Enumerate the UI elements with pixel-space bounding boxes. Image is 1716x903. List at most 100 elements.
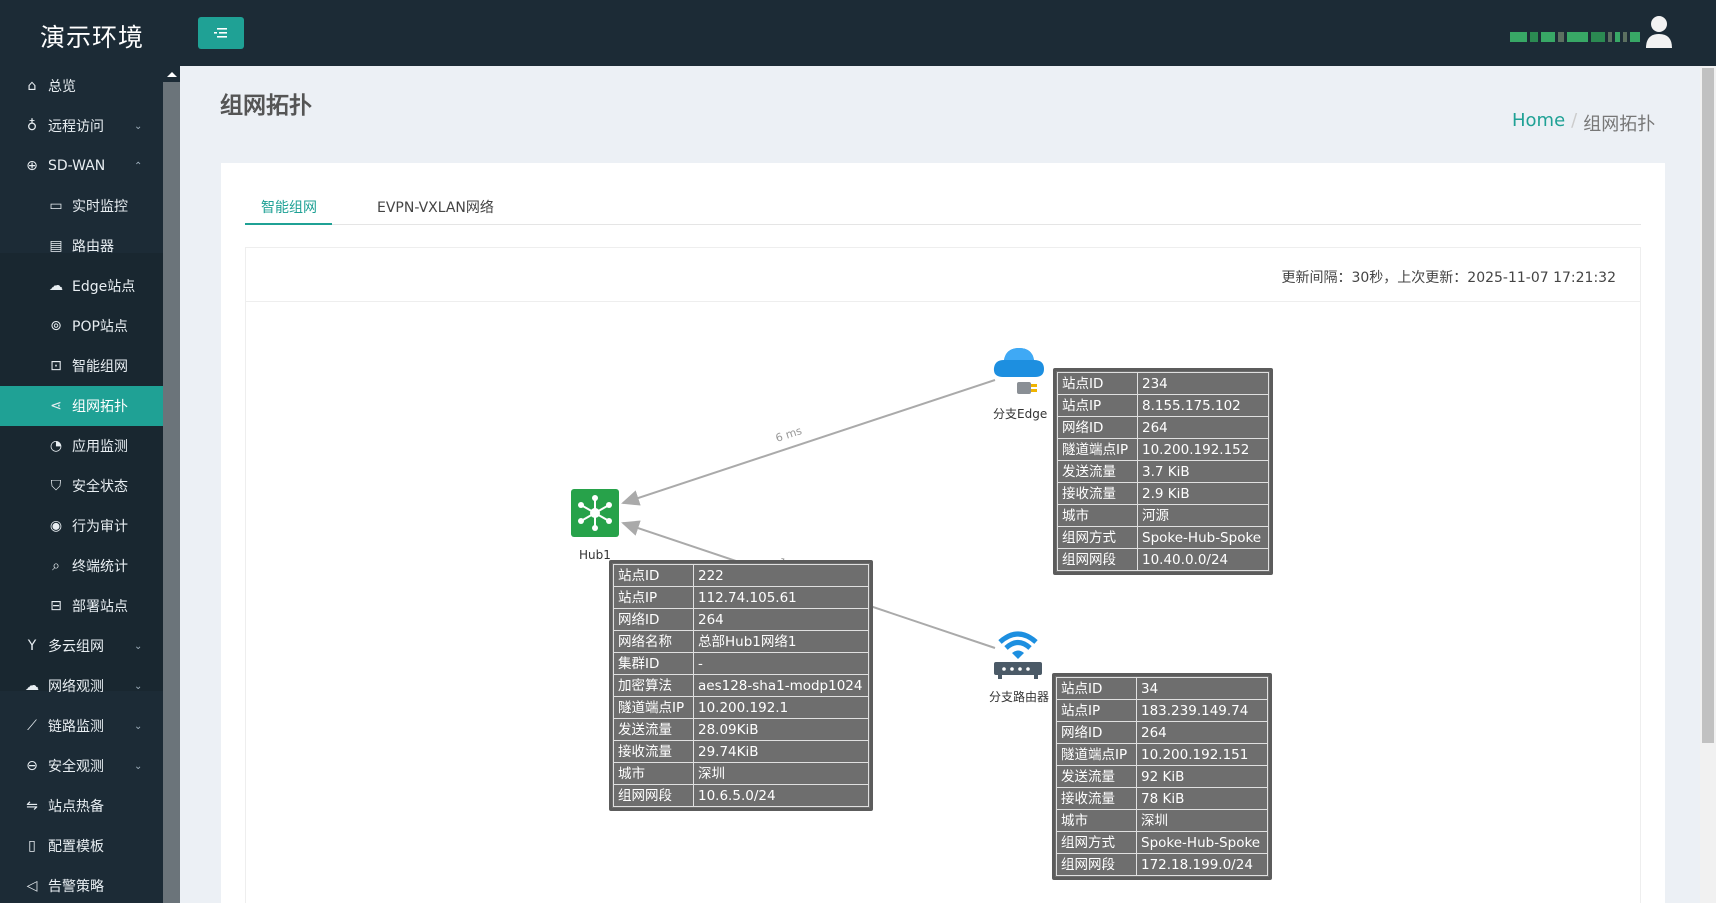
eye-icon: ◉ — [49, 518, 63, 534]
sidebar-item-label: 告警策略 — [48, 879, 104, 895]
sidebar-item-label: 配置模板 — [48, 839, 104, 855]
info-value: 10.200.192.152 — [1137, 438, 1269, 461]
sidebar-scrollbar[interactable] — [163, 66, 180, 903]
edge-node-label: 分支Edge — [993, 407, 1048, 421]
user-name-redacted[interactable] — [1510, 29, 1641, 45]
breadcrumb-current: 组网拓扑 — [1583, 114, 1656, 135]
branch-icon: Y — [27, 638, 37, 654]
megaphone-icon: ◁ — [26, 878, 38, 894]
tab-evpn-vxlan[interactable]: EVPN-VXLAN网络 — [377, 193, 517, 225]
info-row: 站点IP 183.239.149.74 — [1056, 699, 1268, 722]
info-key: 站点ID — [613, 564, 694, 587]
main-scrollbar[interactable] — [1700, 66, 1716, 903]
sidebar-item-6[interactable]: ⊚ POP站点 — [0, 306, 163, 346]
file-icon: ▯ — [28, 838, 36, 854]
scroll-up-arrow-icon[interactable] — [167, 72, 177, 77]
rocket-icon: ♁ — [26, 118, 38, 134]
info-row: 组网方式 Spoke-Hub-Spoke — [1057, 526, 1269, 549]
user-avatar-icon[interactable] — [1644, 14, 1674, 50]
menu-toggle-button[interactable] — [198, 17, 244, 49]
info-key: 站点IP — [1057, 394, 1138, 417]
info-row: 发送流量 92 KiB — [1056, 765, 1268, 788]
info-row: 网络ID 264 — [613, 608, 869, 631]
sidebar-item-12[interactable]: ⌕ 终端统计 — [0, 546, 163, 586]
tab-smart-network[interactable]: 智能组网 — [245, 193, 332, 225]
info-key: 加密算法 — [613, 674, 694, 697]
sidebar-item-13[interactable]: ⊟ 部署站点 — [0, 586, 163, 626]
info-key: 隧道端点IP — [1056, 743, 1137, 766]
sidebar-item-label: SD-WAN — [48, 158, 106, 174]
info-value: 264 — [1137, 416, 1269, 439]
info-row: 集群ID - — [613, 652, 869, 675]
content-card: 智能组网 EVPN-VXLAN网络 更新间隔：30秒，上次更新：2025-11-… — [221, 163, 1665, 903]
info-value: 183.239.149.74 — [1136, 699, 1268, 722]
info-key: 组网方式 — [1057, 526, 1138, 549]
swap-icon: ⇋ — [26, 798, 38, 814]
sidebar-item-2[interactable]: ⊕ SD-WAN ⌃ — [0, 146, 163, 186]
breadcrumb-home-link[interactable]: Home — [1512, 110, 1565, 136]
info-row: 城市 深圳 — [613, 762, 869, 785]
sidebar-item-10[interactable]: ⛉ 安全状态 — [0, 466, 163, 506]
info-key: 组网网段 — [613, 784, 694, 807]
info-row: 网络ID 264 — [1056, 721, 1268, 744]
info-key: 组网网段 — [1057, 548, 1138, 571]
edge-cloud-icon[interactable] — [991, 341, 1047, 399]
sidebar-item-label: 总览 — [48, 79, 76, 95]
sidebar-item-9[interactable]: ◔ 应用监测 — [0, 426, 163, 466]
sidebar-item-15[interactable]: ☁ 网络观测 ⌄ — [0, 666, 163, 706]
sidebar-item-7[interactable]: ⊡ 智能组网 — [0, 346, 163, 386]
globe-icon: ⊕ — [26, 158, 38, 174]
cloud-outline-icon: ☁ — [25, 678, 39, 694]
sidebar-item-label: 多云组网 — [48, 639, 104, 655]
cloud-icon: ☁ — [49, 278, 63, 294]
info-key: 组网网段 — [1056, 853, 1137, 876]
sidebar-item-1[interactable]: ♁ 远程访问 ⌄ — [0, 106, 163, 146]
chevron-down-icon: ⌄ — [134, 640, 143, 652]
lock-icon: ⊡ — [50, 358, 62, 374]
info-row: 组网网段 10.40.0.0/24 — [1057, 548, 1269, 571]
info-value: Spoke-Hub-Spoke — [1137, 526, 1269, 549]
sidebar-item-5[interactable]: ☁ Edge站点 — [0, 266, 163, 306]
info-row: 隧道端点IP 10.200.192.151 — [1056, 743, 1268, 766]
shield-check-icon: ⛉ — [50, 478, 62, 494]
location-pin-icon: ⊚ — [50, 318, 62, 334]
info-value: 264 — [1136, 721, 1268, 744]
info-value: 172.18.199.0/24 — [1136, 853, 1268, 876]
info-row: 发送流量 3.7 KiB — [1057, 460, 1269, 483]
search-icon: ⌕ — [52, 558, 60, 574]
top-bar: 演示环境 — [0, 0, 1716, 66]
info-key: 站点IP — [613, 586, 694, 609]
hub-node-label: Hub1 — [579, 548, 611, 562]
info-key: 城市 — [613, 762, 694, 785]
sidebar-item-19[interactable]: ▯ 配置模板 — [0, 826, 163, 866]
info-value: aes128-sha1-modp1024 — [693, 674, 869, 697]
sidebar-item-18[interactable]: ⇋ 站点热备 — [0, 786, 163, 826]
hub-node-icon[interactable] — [571, 489, 619, 537]
sidebar-item-11[interactable]: ◉ 行为审计 — [0, 506, 163, 546]
sidebar-item-4[interactable]: ▤ 路由器 — [0, 226, 163, 266]
chevron-down-icon: ⌄ — [134, 680, 143, 692]
topology-panel: 更新间隔：30秒，上次更新：2025-11-07 17:21:32 — [245, 247, 1641, 903]
info-row: 站点ID 34 — [1056, 677, 1268, 700]
info-value: - — [693, 652, 869, 675]
sidebar-item-14[interactable]: Y 多云组网 ⌄ — [0, 626, 163, 666]
info-value: 2.9 KiB — [1137, 482, 1269, 505]
router-wifi-icon[interactable] — [990, 626, 1046, 682]
sidebar-item-17[interactable]: ⊖ 安全观测 ⌄ — [0, 746, 163, 786]
info-row: 网络ID 264 — [1057, 416, 1269, 439]
sidebar-item-8[interactable]: ⋖ 组网拓扑 — [0, 386, 163, 426]
sidebar-item-label: 终端统计 — [72, 559, 128, 575]
sidebar-item-20[interactable]: ◁ 告警策略 — [0, 866, 163, 903]
sidebar-item-16[interactable]: ⟋ 链路监测 ⌄ — [0, 706, 163, 746]
minus-circle-icon: ⊖ — [26, 758, 38, 774]
info-row: 接收流量 78 KiB — [1056, 787, 1268, 810]
page-title: 组网拓扑 — [220, 93, 312, 119]
info-value: 深圳 — [1136, 809, 1268, 832]
sidebar-item-3[interactable]: ▭ 实时监控 — [0, 186, 163, 226]
sidebar-item-0[interactable]: ⌂ 总览 — [0, 66, 163, 106]
info-key: 隧道端点IP — [1057, 438, 1138, 461]
sidebar-item-label: Edge站点 — [72, 279, 136, 295]
sidebar-item-label: 安全状态 — [72, 479, 128, 495]
chevron-down-icon: ⌄ — [134, 720, 143, 732]
info-row: 组网网段 172.18.199.0/24 — [1056, 853, 1268, 876]
